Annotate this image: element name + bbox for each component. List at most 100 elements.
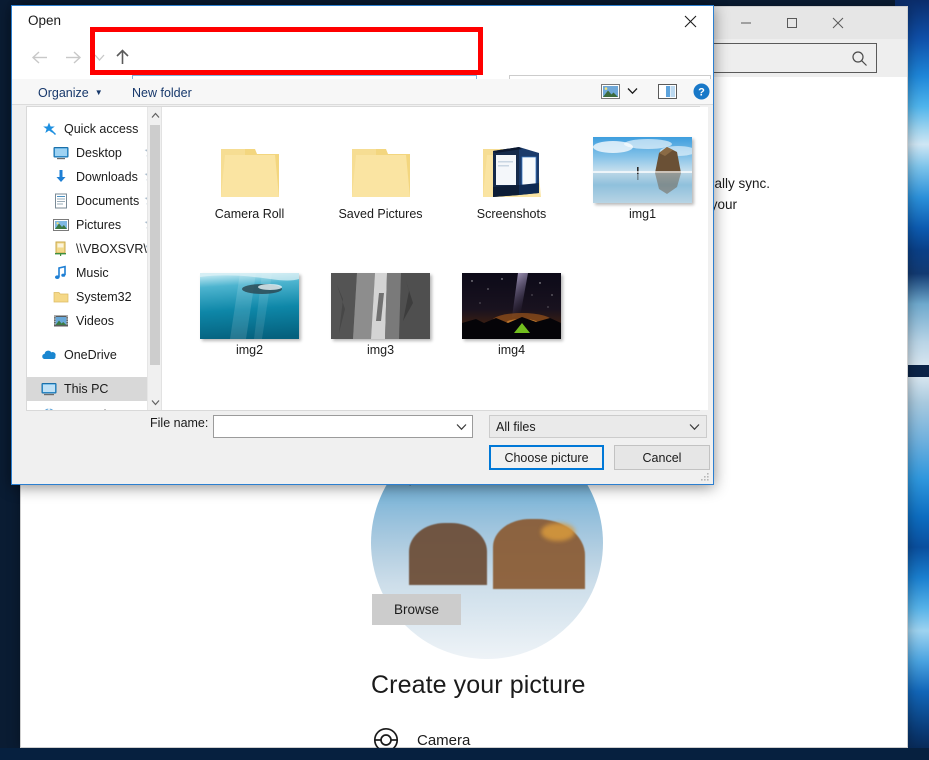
sidebar-item-network[interactable]: Network	[27, 403, 161, 410]
file-list-view[interactable]: Camera Roll Saved Pictures	[162, 107, 708, 410]
navigation-pane-scrollbar[interactable]	[147, 107, 161, 410]
file-label: img1	[629, 207, 656, 221]
network-icon	[41, 407, 57, 410]
music-icon	[53, 265, 69, 281]
chevron-down-icon[interactable]	[456, 423, 467, 431]
list-item[interactable]: Saved Pictures	[315, 125, 446, 245]
sidebar-item-label: OneDrive	[64, 348, 117, 362]
sidebar-item-label: Videos	[76, 314, 114, 328]
new-folder-button[interactable]: New folder	[132, 83, 192, 102]
minimize-button[interactable]	[723, 7, 769, 39]
navigation-pane[interactable]: Quick access Desktop Downloads	[27, 107, 162, 410]
sidebar-item-vboxsvr[interactable]: \\VBOXSVR\S	[27, 237, 161, 261]
this-pc-icon	[41, 381, 57, 397]
sidebar-item-downloads[interactable]: Downloads	[27, 165, 161, 189]
sidebar-item-system32[interactable]: System32	[27, 285, 161, 309]
image-thumbnail	[200, 261, 299, 339]
create-your-picture-heading: Create your picture	[371, 671, 586, 700]
file-label: img3	[367, 343, 394, 357]
file-label: img2	[236, 343, 263, 357]
maximize-button[interactable]	[769, 7, 815, 39]
dialog-main-area: Quick access Desktop Downloads	[26, 106, 700, 411]
dialog-toolbar: Organize ▼ New folder ?	[12, 79, 713, 105]
star-pin-icon	[41, 121, 57, 137]
sidebar-item-onedrive[interactable]: OneDrive	[27, 343, 161, 367]
chevron-up-icon[interactable]	[148, 107, 162, 123]
up-one-level-icon[interactable]	[108, 44, 136, 70]
file-label: Saved Pictures	[338, 207, 422, 221]
folder-screenshots-icon	[479, 125, 545, 203]
file-row: img2	[184, 261, 708, 381]
dialog-navigation-row: C:\ProgramData\Microsoft\User Account Pi…	[12, 36, 713, 79]
back-icon[interactable]	[25, 44, 53, 70]
sidebar-item-label: Network	[64, 408, 110, 410]
sidebar-item-label: Documents	[76, 194, 139, 208]
list-item[interactable]: Camera Roll	[184, 125, 315, 245]
list-item[interactable]: img3	[315, 261, 446, 381]
chevron-down-icon[interactable]	[624, 82, 640, 100]
sidebar-item-desktop[interactable]: Desktop	[27, 141, 161, 165]
list-item[interactable]: img4	[446, 261, 577, 381]
resize-grip[interactable]	[700, 472, 710, 482]
list-item[interactable]: img1	[577, 125, 708, 245]
network-drive-icon	[53, 241, 69, 257]
dialog-title: Open	[28, 13, 61, 28]
help-icon[interactable]: ?	[693, 83, 710, 100]
image-thumbnail	[593, 125, 692, 203]
open-file-dialog[interactable]: Open C:\ProgramData\Microsoft\U	[11, 5, 714, 485]
list-item[interactable]: img2	[184, 261, 315, 381]
desktop-icon	[53, 145, 69, 161]
sidebar-item-documents[interactable]: Documents	[27, 189, 161, 213]
videos-icon	[53, 313, 69, 329]
file-label: Camera Roll	[215, 207, 284, 221]
recent-locations-icon[interactable]	[89, 44, 109, 70]
dialog-titlebar: Open	[12, 6, 713, 36]
choose-picture-button[interactable]: Choose picture	[489, 445, 604, 470]
file-name-field[interactable]	[213, 415, 473, 438]
file-name-input[interactable]	[214, 417, 444, 437]
pictures-icon	[53, 217, 69, 233]
documents-icon	[53, 193, 69, 209]
browse-button[interactable]: Browse	[372, 594, 461, 625]
profile-pic-sun	[541, 523, 575, 541]
organize-button[interactable]: Organize ▼	[38, 83, 103, 102]
list-item[interactable]: Screenshots	[446, 125, 577, 245]
chevron-down-icon[interactable]	[689, 423, 700, 431]
organize-label: Organize	[38, 86, 89, 100]
sidebar-item-music[interactable]: Music	[27, 261, 161, 285]
sidebar-item-label: Quick access	[64, 122, 138, 136]
sidebar-item-videos[interactable]: Videos	[27, 309, 161, 333]
search-icon	[851, 50, 868, 70]
download-icon	[53, 169, 69, 185]
sidebar-item-label: Downloads	[76, 170, 138, 184]
folder-icon	[348, 125, 414, 203]
camera-label: Camera	[417, 732, 470, 749]
file-name-label: File name:	[150, 416, 208, 430]
file-row: Camera Roll Saved Pictures	[184, 125, 708, 245]
profile-pic-hill-left	[409, 523, 487, 585]
chevron-down-icon[interactable]	[148, 394, 162, 410]
sidebar-item-label: Music	[76, 266, 109, 280]
cancel-button[interactable]: Cancel	[614, 445, 710, 470]
file-type-value: All files	[490, 420, 536, 434]
image-thumbnail	[331, 261, 430, 339]
taskbar[interactable]	[0, 748, 929, 760]
close-button[interactable]	[815, 7, 861, 39]
sidebar-item-label: This PC	[64, 382, 108, 396]
scrollbar-thumb[interactable]	[150, 125, 160, 365]
forward-icon[interactable]	[59, 44, 87, 70]
file-type-dropdown[interactable]: All files	[489, 415, 707, 438]
sidebar-item-label: Pictures	[76, 218, 121, 232]
preview-pane-icon[interactable]	[657, 82, 677, 100]
view-layout-icon[interactable]	[600, 82, 620, 100]
image-thumbnail	[462, 261, 561, 339]
file-label: img4	[498, 343, 525, 357]
dialog-close-button[interactable]	[667, 6, 713, 36]
sidebar-item-label: System32	[76, 290, 132, 304]
sidebar-item-quick-access[interactable]: Quick access	[27, 117, 161, 141]
sidebar-item-pictures[interactable]: Pictures	[27, 213, 161, 237]
sidebar-item-this-pc[interactable]: This PC	[27, 377, 161, 401]
onedrive-icon	[41, 347, 57, 363]
svg-text:?: ?	[698, 87, 705, 99]
chevron-down-icon: ▼	[95, 88, 103, 97]
